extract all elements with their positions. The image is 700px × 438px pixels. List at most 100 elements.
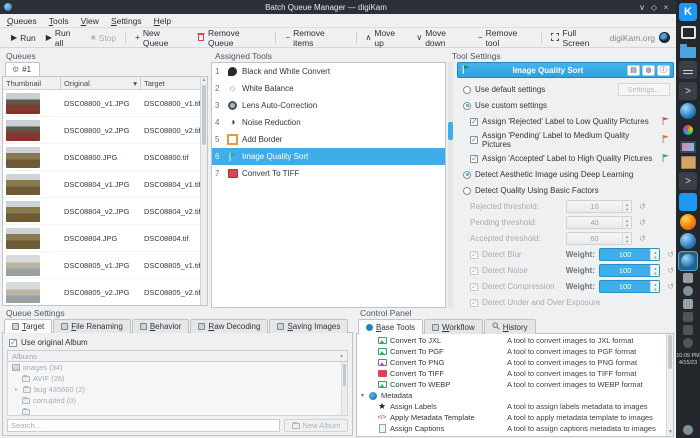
- control-panel-scrollbar[interactable]: ▼: [666, 334, 673, 436]
- assigned-tool-row[interactable]: 1Black and White Convert: [212, 63, 445, 80]
- window-switcher-icon[interactable]: [681, 26, 696, 39]
- queue-tab-1[interactable]: ⚙ #1: [5, 62, 40, 76]
- digikam-org-label[interactable]: digiKam.org: [610, 33, 655, 43]
- tab-behavior[interactable]: Behavior: [132, 319, 190, 333]
- rejected-threshold-spinbox: 10▲▼: [566, 200, 632, 213]
- use-original-album-checkbox[interactable]: [9, 339, 17, 347]
- settings-sliders-icon[interactable]: [679, 61, 697, 79]
- group-row-metadata[interactable]: ▾Metadata: [357, 390, 673, 401]
- run-button[interactable]: ▶Run: [6, 30, 41, 46]
- color-app-icon[interactable]: [680, 122, 696, 138]
- queue-row[interactable]: DSC08800_v2.JPGDSC08800_v2.tif: [3, 117, 207, 144]
- tool-row-assign-labels[interactable]: ★Assign LabelsA tool to assign labels me…: [357, 401, 673, 412]
- tree-item-partial: [8, 406, 347, 416]
- tool-settings-scrollbar[interactable]: [448, 62, 453, 308]
- detect-basic-radio[interactable]: [463, 187, 471, 195]
- move-up-button[interactable]: ∧Move up: [361, 30, 412, 46]
- assigned-tool-row[interactable]: 3Lens Auto-Correction: [212, 97, 445, 114]
- tray-icon-1[interactable]: [683, 273, 693, 283]
- taskbar-clock[interactable]: 10:09 PM 4/15/23: [676, 353, 700, 367]
- tab-history[interactable]: History: [484, 319, 536, 334]
- package-app-icon[interactable]: [681, 156, 696, 169]
- remove-queue-button[interactable]: Remove Queue: [192, 30, 272, 46]
- assign-accepted-checkbox[interactable]: [470, 155, 478, 163]
- tab-file-renaming[interactable]: File Renaming: [53, 319, 131, 333]
- album-tree-scrollbar[interactable]: [341, 362, 347, 415]
- use-custom-radio[interactable]: [463, 102, 471, 110]
- tool-row-jxl[interactable]: Convert To JXLA tool to convert images t…: [357, 335, 673, 346]
- kde-app-icon[interactable]: [679, 193, 697, 211]
- maximize-button[interactable]: ◇: [648, 3, 660, 12]
- tab-workflow[interactable]: Workflow: [424, 319, 483, 334]
- tool-row-png[interactable]: Convert To PNGA tool to convert images t…: [357, 357, 673, 368]
- app-sphere-icon[interactable]: [680, 233, 696, 249]
- tab-raw-decoding[interactable]: Raw Decoding: [190, 319, 268, 333]
- assign-pending-checkbox[interactable]: [470, 136, 478, 144]
- digikam-active-task-icon[interactable]: [679, 252, 697, 270]
- volume-icon[interactable]: [683, 338, 693, 348]
- kde-launcher-icon[interactable]: K: [679, 3, 697, 21]
- tab-saving-images[interactable]: Saving Images: [269, 319, 348, 333]
- assign-rejected-checkbox[interactable]: [470, 118, 478, 126]
- new-queue-button[interactable]: +New Queue: [130, 30, 192, 46]
- menu-help[interactable]: Help: [154, 16, 171, 26]
- assigned-tool-row-selected[interactable]: 6Image Quality Sort: [212, 148, 445, 165]
- column-target[interactable]: Target: [141, 77, 207, 89]
- tab-target[interactable]: Target: [4, 319, 52, 333]
- run-all-button[interactable]: ▶Run all: [41, 30, 86, 46]
- gear-icon: ⚙: [12, 65, 19, 74]
- reset-defaults-button[interactable]: ▤: [627, 65, 640, 76]
- use-default-radio[interactable]: [463, 86, 471, 94]
- assigned-tool-row[interactable]: 2☼White Balance: [212, 80, 445, 97]
- browser-icon[interactable]: [680, 103, 696, 119]
- tool-row-tiff[interactable]: Convert To TIFFA tool to convert images …: [357, 368, 673, 379]
- queue-row[interactable]: DSC08805_v2.JPGDSC08805_v2.tif: [3, 279, 207, 306]
- tool-row-webp[interactable]: Convert To WEBPA tool to convert images …: [357, 379, 673, 390]
- queue-row[interactable]: DSC08800.JPGDSC08800.tif: [3, 144, 207, 171]
- tool-row-assign-captions[interactable]: Assign CaptionsA tool to assign captions…: [357, 423, 673, 434]
- file-manager-icon[interactable]: [680, 47, 696, 58]
- queue-row[interactable]: DSC08804_v2.JPGDSC08804_v2.tif: [3, 198, 207, 225]
- display-app-icon[interactable]: [680, 141, 696, 153]
- tray-icon-5[interactable]: [683, 325, 693, 335]
- column-thumbnail[interactable]: Thumbnail: [3, 77, 61, 89]
- user-icon[interactable]: [683, 425, 693, 435]
- minimize-button[interactable]: ∨: [636, 3, 648, 12]
- queue-row[interactable]: DSC08800_v1.JPGDSC08800_v1.tif: [3, 90, 207, 117]
- tray-icon-4[interactable]: [683, 312, 693, 322]
- detect-aesthetic-row: Detect Aesthetic Image using Deep Learni…: [463, 168, 674, 181]
- tab-base-tools[interactable]: Base Tools: [358, 319, 423, 334]
- queue-list-scrollbar[interactable]: ▲: [200, 77, 207, 305]
- terminal-icon[interactable]: >: [679, 82, 697, 100]
- detect-noise-row: Detect Noise Weight: 100▲▼ ↺: [470, 264, 674, 277]
- tool-row-metadata-template[interactable]: </>Apply Metadata TemplateA tool to appl…: [357, 412, 673, 423]
- terminal-icon[interactable]: >: [679, 172, 697, 190]
- firefox-icon[interactable]: [680, 214, 696, 230]
- detect-aesthetic-radio[interactable]: [463, 171, 471, 179]
- queue-row[interactable]: DSC08804.JPGDSC08804.tif: [3, 225, 207, 252]
- close-button[interactable]: ×: [660, 3, 672, 12]
- assigned-tool-row[interactable]: 5Add Border: [212, 131, 445, 148]
- digikam-logo-icon[interactable]: [659, 32, 670, 43]
- tool-row-pgf[interactable]: Convert To PGFA tool to convert images t…: [357, 346, 673, 357]
- help-button[interactable]: ◍: [642, 65, 655, 76]
- queue-row[interactable]: DSC08804_v1.JPGDSC08804_v1.tif: [3, 171, 207, 198]
- menu-settings[interactable]: Settings: [111, 16, 142, 26]
- queue-row[interactable]: DSC08805_v1.JPGDSC08805_v1.tif: [3, 252, 207, 279]
- remove-tool-button[interactable]: −Remove tool: [473, 30, 538, 46]
- info-button[interactable]: ⓘ: [657, 65, 670, 76]
- remove-items-button[interactable]: −Remove items: [280, 30, 351, 46]
- assigned-tool-row[interactable]: 7Convert To TIFF: [212, 165, 445, 182]
- queue-tabs: ⚙ #1: [2, 62, 208, 76]
- column-original[interactable]: Original▾: [61, 77, 141, 89]
- menu-view[interactable]: View: [81, 16, 99, 26]
- tray-icon-3[interactable]: [683, 299, 693, 309]
- menu-tools[interactable]: Tools: [49, 16, 69, 26]
- menu-queues[interactable]: Queues: [7, 16, 37, 26]
- full-screen-button[interactable]: Full Screen: [546, 30, 609, 46]
- tray-icon-2[interactable]: [683, 286, 693, 296]
- expander-open-icon[interactable]: ▾: [361, 392, 368, 399]
- move-down-button[interactable]: ∨Move down: [411, 30, 473, 46]
- assigned-tool-row[interactable]: 4◑Noise Reduction: [212, 114, 445, 131]
- album-search-input[interactable]: [7, 419, 280, 432]
